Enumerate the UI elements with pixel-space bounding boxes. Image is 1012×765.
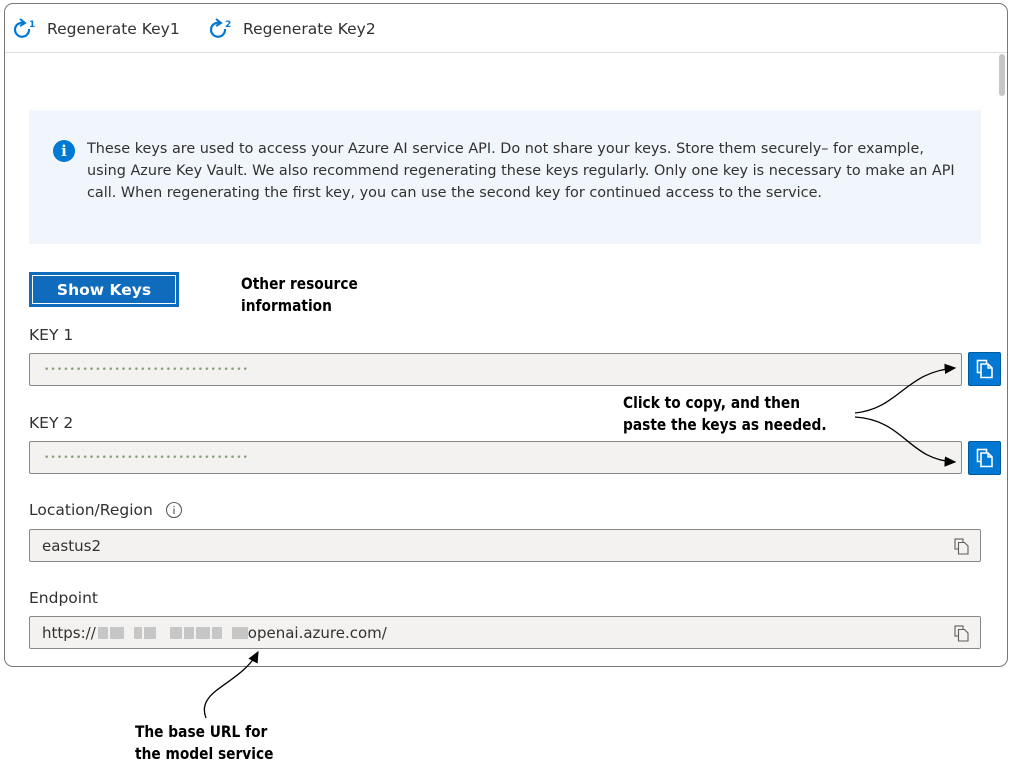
regenerate-key2-label: Regenerate Key2 [243, 20, 376, 38]
key1-value: •••••••••••••••••••••••••••••••• [44, 364, 250, 375]
scrollbar[interactable] [999, 54, 1005, 96]
location-value: eastus2 [42, 536, 101, 555]
svg-text:2: 2 [225, 20, 231, 30]
info-message-bar: i These keys are used to access your Azu… [29, 110, 981, 244]
copy-icon[interactable] [954, 625, 970, 642]
regenerate-key1-icon: 1 [13, 18, 35, 38]
regenerate-key1-button[interactable]: 1 Regenerate Key1 [13, 17, 180, 41]
show-keys-button[interactable]: Show Keys [29, 272, 179, 307]
annotation-line: Click to copy, and then [623, 393, 801, 412]
annotation-line: the model service [135, 744, 274, 763]
annotation-line: information [241, 296, 332, 315]
key1-copy-button[interactable] [968, 352, 1001, 386]
copy-icon [976, 359, 993, 379]
location-label-row: Location/Region [29, 501, 183, 519]
key2-copy-button[interactable] [968, 441, 1001, 475]
regenerate-key2-icon: 2 [209, 18, 231, 38]
endpoint-field[interactable]: https:// openai.azure.com/ [29, 616, 981, 649]
svg-text:1: 1 [29, 20, 35, 30]
keys-and-endpoint-panel: 1 Regenerate Key1 2 Regenerate Key2 i Th… [4, 3, 1008, 667]
toolbar: 1 Regenerate Key1 2 Regenerate Key2 [5, 4, 1007, 53]
endpoint-label: Endpoint [29, 589, 98, 607]
copy-icon [976, 448, 993, 468]
tooltip-info-icon[interactable] [165, 501, 183, 519]
copy-icon[interactable] [954, 538, 970, 555]
annotation-line: paste the keys as needed. [623, 415, 827, 434]
key2-field[interactable]: •••••••••••••••••••••••••••••••• [29, 441, 962, 474]
key1-label: KEY 1 [29, 326, 74, 344]
other-resource-annotation: Other resource information [241, 273, 358, 317]
base-url-annotation: The base URL for the model service [135, 721, 273, 765]
info-icon: i [53, 140, 75, 162]
regenerate-key2-button[interactable]: 2 Regenerate Key2 [209, 17, 376, 41]
copy-annotation: Click to copy, and then paste the keys a… [623, 392, 827, 436]
key2-value: •••••••••••••••••••••••••••••••• [44, 452, 250, 463]
info-text: These keys are used to access your Azure… [87, 141, 955, 201]
annotation-line: Other resource [241, 274, 358, 293]
key1-field[interactable]: •••••••••••••••••••••••••••••••• [29, 353, 962, 386]
redacted-subdomain [97, 624, 248, 642]
annotation-line: The base URL for [135, 722, 268, 741]
key2-label: KEY 2 [29, 414, 74, 432]
regenerate-key1-label: Regenerate Key1 [47, 20, 180, 38]
endpoint-prefix: https:// [42, 623, 96, 642]
location-field[interactable]: eastus2 [29, 529, 981, 562]
location-label: Location/Region [29, 501, 153, 519]
endpoint-suffix: openai.azure.com/ [247, 623, 387, 642]
